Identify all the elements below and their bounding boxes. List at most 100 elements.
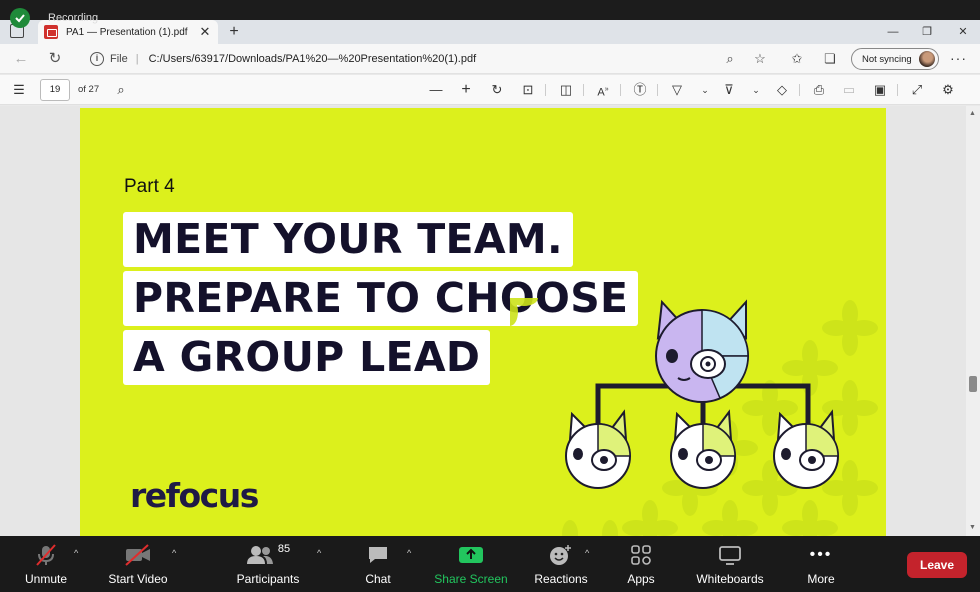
save-icon[interactable]: ▭	[838, 80, 860, 100]
sync-label: Not syncing	[862, 53, 912, 65]
video-off-icon	[124, 540, 152, 570]
part-label: Part 4	[124, 176, 175, 197]
zoom-icon[interactable]: ⌕	[720, 50, 740, 68]
vertical-scrollbar[interactable]	[966, 106, 980, 536]
participants-button[interactable]: 85 Participants	[232, 540, 304, 590]
team-org-illustration	[565, 299, 839, 489]
contents-icon[interactable]: ☰	[8, 80, 30, 100]
unmute-button[interactable]: Unmute	[22, 540, 70, 590]
share-screen-icon	[458, 540, 484, 570]
avatar	[919, 51, 935, 67]
rotate-icon[interactable]: ↻	[486, 80, 508, 100]
new-tab-button[interactable]: +	[224, 22, 244, 42]
share-screen-label: Share Screen	[434, 572, 508, 586]
shield-icon[interactable]	[10, 8, 30, 28]
chat-icon	[366, 540, 390, 570]
chevron-up-icon[interactable]: ^	[585, 548, 589, 558]
recording-bar	[0, 0, 980, 20]
scrollbar-thumb[interactable]	[969, 376, 977, 392]
microphone-muted-icon	[34, 540, 58, 570]
pdf-toolbar: ☰ 19 of 27 ⌕ — + ↻ ⊡ ◫ A» Ⓣ ▽ ⌄ ⊽ ⌄ ◇ ⎙ …	[0, 75, 980, 105]
refresh-button[interactable]: ↻	[44, 49, 66, 69]
headline-line-3: A GROUP LEAD	[123, 330, 491, 385]
reactions-label: Reactions	[534, 572, 588, 586]
chevron-down-icon[interactable]: ⌄	[745, 80, 767, 100]
address-bar-row: ← ↻ i File | C:/Users/63917/Downloads/PA…	[0, 44, 980, 74]
page-view-icon[interactable]: ◫	[555, 80, 577, 100]
more-dots-icon: •••	[809, 546, 833, 563]
whiteboards-button[interactable]: Whiteboards	[694, 540, 766, 590]
leave-button[interactable]: Leave	[907, 552, 967, 578]
divider	[897, 84, 898, 96]
smiley-plus-icon	[548, 540, 574, 570]
fullscreen-icon[interactable]: ⤢	[906, 80, 928, 100]
scroll-up-arrow[interactable]: ▲	[969, 110, 976, 117]
address-bar[interactable]: i File | C:/Users/63917/Downloads/PA1%20…	[76, 48, 772, 70]
read-aloud-icon[interactable]: A»	[592, 80, 614, 100]
headline-line-1: MEET YOUR TEAM.	[123, 212, 573, 267]
recording-label: Recording	[48, 12, 99, 24]
page-number-input[interactable]: 19	[40, 79, 70, 101]
profile-sync-button[interactable]: Not syncing	[851, 48, 939, 70]
whiteboard-icon	[718, 540, 742, 570]
pdf-icon	[44, 25, 58, 39]
divider	[583, 84, 584, 96]
lead-cat-icon	[655, 299, 749, 403]
start-video-button[interactable]: Start Video	[104, 540, 172, 590]
unmute-label: Unmute	[24, 572, 68, 586]
chevron-up-icon[interactable]: ^	[74, 548, 78, 558]
slide-page: Part 4 MEET YOUR TEAM. PREPARE TO CHOOSE…	[80, 108, 886, 536]
apps-label: Apps	[627, 572, 655, 586]
settings-more-icon[interactable]: ···	[950, 50, 967, 66]
info-icon[interactable]: i	[90, 52, 104, 66]
divider: |	[135, 53, 139, 65]
draw-icon[interactable]: ▽	[666, 80, 688, 100]
find-icon[interactable]: ⌕	[110, 80, 132, 100]
chevron-up-icon[interactable]: ^	[407, 548, 411, 558]
more-button[interactable]: ••• More	[802, 540, 840, 590]
apps-icon	[630, 540, 652, 570]
add-favorite-icon[interactable]: ☆	[750, 50, 770, 68]
brand-logo: refocus	[130, 476, 259, 515]
more-label: More	[807, 572, 835, 586]
favorites-icon[interactable]: ✩	[787, 50, 807, 68]
tab-title: PA1 — Presentation (1).pdf	[66, 26, 188, 38]
chevron-up-icon[interactable]: ^	[172, 548, 176, 558]
save-as-icon[interactable]: ▣	[869, 80, 891, 100]
chat-button[interactable]: Chat	[358, 540, 398, 590]
divider	[545, 84, 546, 96]
tab-close-icon[interactable]: ✕	[198, 24, 212, 40]
participants-label: Participants	[236, 572, 300, 586]
start-video-label: Start Video	[108, 572, 168, 586]
divider	[657, 84, 658, 96]
zoom-out-icon[interactable]: —	[425, 80, 447, 100]
chat-label: Chat	[365, 572, 391, 586]
page-total: of 27	[78, 84, 100, 95]
scheme-label: File	[110, 53, 128, 65]
restore-button[interactable]: ❐	[910, 22, 944, 42]
participants-count: 85	[277, 543, 291, 555]
chevron-down-icon[interactable]: ⌄	[694, 80, 716, 100]
divider	[620, 84, 621, 96]
add-text-icon[interactable]: Ⓣ	[629, 80, 651, 100]
share-screen-button[interactable]: Share Screen	[432, 540, 510, 590]
participants-icon: 85	[246, 540, 290, 570]
zoom-in-icon[interactable]: +	[455, 80, 477, 100]
erase-icon[interactable]: ◇	[771, 80, 793, 100]
meeting-toolbar: Unmute ^ Start Video ^ 85 Participants ^…	[0, 536, 980, 592]
gear-icon[interactable]: ⚙	[937, 80, 959, 100]
scroll-down-arrow[interactable]: ▼	[969, 524, 976, 531]
chevron-up-icon[interactable]: ^	[317, 548, 321, 558]
pdf-viewer[interactable]: Part 4 MEET YOUR TEAM. PREPARE TO CHOOSE…	[0, 106, 980, 536]
url-text[interactable]: C:/Users/63917/Downloads/PA1%20—%20Prese…	[149, 53, 477, 65]
fit-page-icon[interactable]: ⊡	[517, 80, 539, 100]
highlight-icon[interactable]: ⊽	[718, 80, 740, 100]
minimize-button[interactable]: —	[876, 22, 910, 42]
back-button[interactable]: ←	[10, 49, 32, 69]
reactions-button[interactable]: Reactions	[530, 540, 592, 590]
collections-icon[interactable]: ❏	[820, 50, 840, 68]
close-window-button[interactable]: ✕	[946, 22, 980, 42]
tab-bar: PA1 — Presentation (1).pdf ✕ + — ❐ ✕	[0, 20, 980, 44]
print-icon[interactable]: ⎙	[808, 80, 830, 100]
apps-button[interactable]: Apps	[622, 540, 660, 590]
